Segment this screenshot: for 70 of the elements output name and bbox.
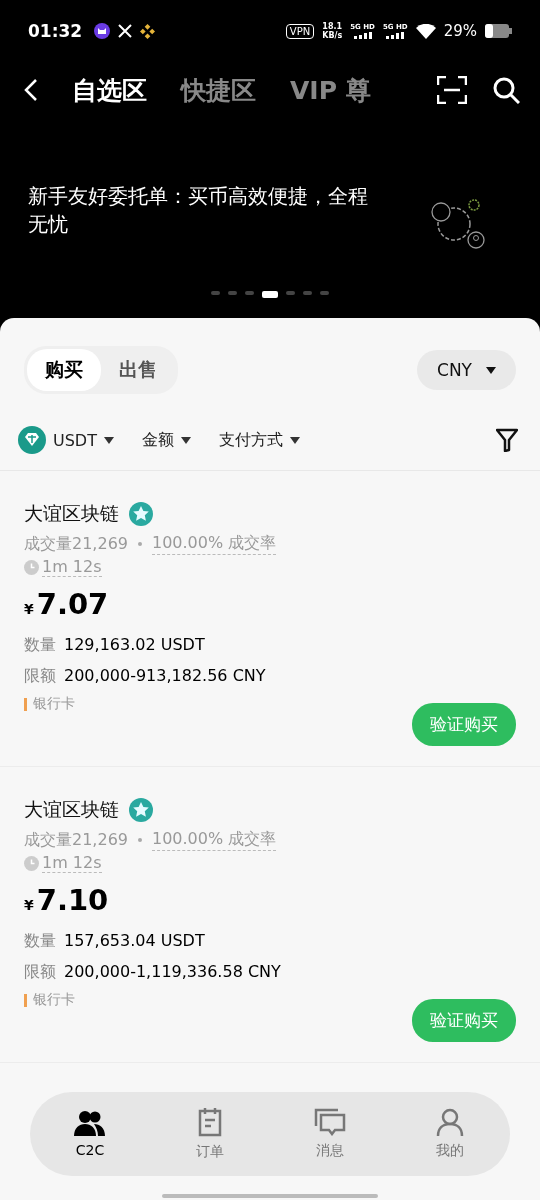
quantity-value: 157,653.04 USDT [64, 931, 205, 952]
limit-value: 200,000-1,119,336.58 CNY [64, 962, 281, 983]
release-time: 1m 12s [42, 853, 102, 873]
quantity-label: 数量 [24, 635, 56, 656]
zone-tab[interactable]: 快捷区 [181, 73, 256, 107]
cat-app-icon [94, 23, 111, 39]
battery-icon [485, 24, 512, 38]
back-icon[interactable] [24, 78, 38, 102]
chat-icon [314, 1108, 346, 1136]
currency-symbol: ¥ [24, 897, 34, 913]
caret-icon [289, 436, 300, 444]
filter-dropdown[interactable]: 支付方式 [218, 429, 300, 451]
clock-icon [24, 855, 39, 871]
filter-dropdown[interactable]: 金额 [141, 429, 191, 451]
signal-icon [353, 32, 372, 39]
speed-unit: KB/s [322, 31, 343, 40]
zone-tab[interactable]: 自选区 [72, 73, 147, 107]
filter-dropdown[interactable]: USDT [18, 426, 114, 454]
caret-icon [180, 436, 191, 444]
signal-icon [386, 32, 405, 39]
network-speed: 18.1 [322, 22, 343, 31]
payment-marker [24, 993, 27, 1007]
vpn-badge: VPN [285, 23, 315, 39]
diamond-app-icon [140, 23, 156, 39]
separator-dot-icon [138, 838, 142, 842]
people-icon [74, 1110, 106, 1136]
tether-icon [18, 426, 46, 454]
quantity-label: 数量 [24, 931, 56, 952]
limit-value: 200,000-913,182.56 CNY [64, 666, 266, 687]
side-tab[interactable]: 购买 [27, 349, 101, 391]
unit-price: 7.10 [36, 883, 109, 917]
limit-label: 限额 [24, 666, 56, 687]
status-time: 01:32 [28, 21, 83, 41]
quantity-value: 129,163.02 USDT [64, 635, 205, 656]
release-time: 1m 12s [42, 557, 102, 577]
star-badge-icon [129, 798, 153, 822]
wifi-icon [415, 23, 436, 39]
merchant-name[interactable]: 大谊区块链 [24, 797, 119, 823]
unit-price: 7.07 [36, 587, 109, 621]
separator-dot-icon [138, 542, 142, 546]
zone-tab[interactable]: VIP 尊 [290, 73, 371, 107]
filter-icon[interactable] [496, 428, 518, 452]
limit-label: 限额 [24, 962, 56, 983]
caret-icon [103, 436, 114, 444]
scan-icon[interactable] [437, 76, 467, 104]
banner-text: 新手友好委托单：买币高效便捷，全程无忧 [28, 183, 368, 238]
caret-icon [486, 366, 496, 374]
completion-rate: 100.00% 成交率 [152, 533, 277, 555]
clipboard-icon [198, 1107, 222, 1137]
gear-drawing [428, 198, 488, 252]
search-icon[interactable] [493, 76, 520, 104]
bottom-nav-item[interactable]: 我的 [410, 1108, 490, 1160]
bottom-nav-item[interactable]: 订单 [170, 1107, 250, 1161]
merchant-name[interactable]: 大谊区块链 [24, 501, 119, 527]
side-tab[interactable]: 出售 [101, 349, 175, 391]
clock-icon [24, 559, 39, 575]
currency-symbol: ¥ [24, 601, 34, 617]
star-badge-icon [129, 502, 153, 526]
payment-marker [24, 697, 27, 711]
bottom-nav-item[interactable]: C2C [50, 1110, 130, 1158]
payment-method: 银行卡 [33, 991, 75, 1009]
x-app-icon [118, 24, 133, 38]
payment-method: 银行卡 [33, 695, 75, 713]
battery-percent: 29% [443, 22, 477, 40]
bottom-nav-item[interactable]: 消息 [290, 1108, 370, 1160]
completion-rate: 100.00% 成交率 [152, 829, 277, 851]
trade-volume: 成交量21,269 [24, 829, 128, 851]
trade-volume: 成交量21,269 [24, 533, 128, 555]
currency-dropdown[interactable]: CNY [417, 350, 516, 390]
person-icon [436, 1108, 464, 1136]
